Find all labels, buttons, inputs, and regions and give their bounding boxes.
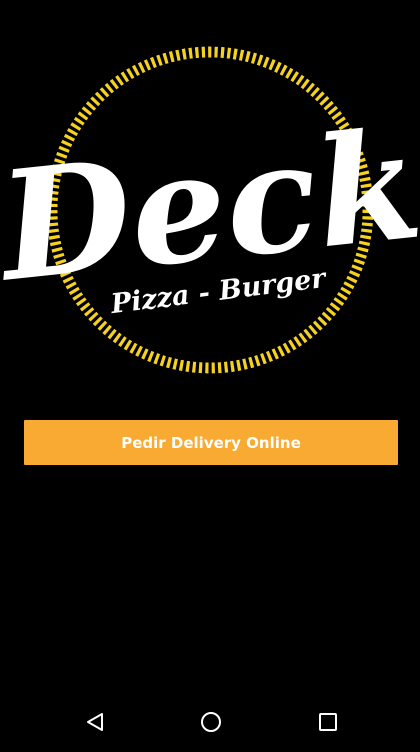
logo-graphic: Deck Pizza - Burger (0, 45, 420, 375)
back-triangle-icon (87, 713, 103, 731)
splash-screen: Deck Pizza - Burger Pedir Delivery Onlin… (0, 0, 420, 752)
order-delivery-button[interactable]: Pedir Delivery Online (24, 420, 398, 465)
recents-square-icon (319, 713, 337, 731)
home-circle-icon (201, 712, 221, 732)
back-button[interactable] (75, 702, 115, 742)
home-button[interactable] (191, 702, 231, 742)
system-navigation-bar (0, 692, 420, 752)
brand-logo: Deck Pizza - Burger (0, 0, 420, 400)
recents-button[interactable] (308, 702, 348, 742)
